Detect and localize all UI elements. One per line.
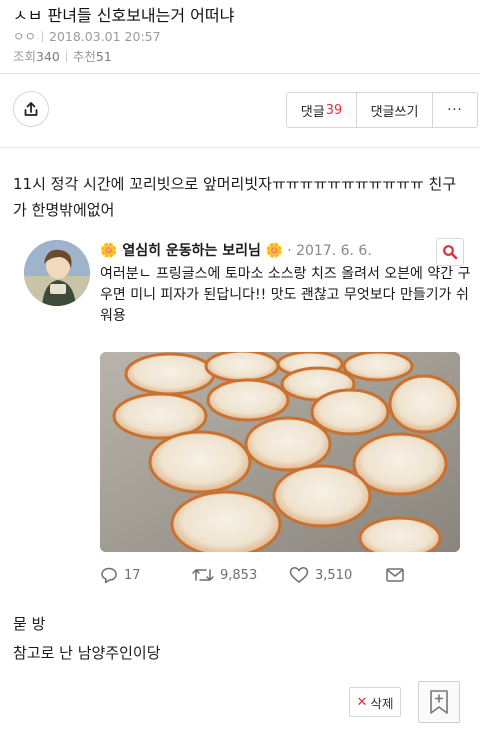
post-datetime: 2018.03.01 20:57 [49,29,161,44]
tweet-date: · 2017. 6. 6. [287,243,372,259]
bookmark-icon [430,690,448,714]
pizza-chips-image [100,352,460,552]
author-name[interactable]: ㅇㅇ [13,29,36,44]
flower-icon: 🌼 [265,243,284,259]
post-body-line: 묻 방 [13,615,46,633]
meta-divider [42,31,44,42]
tweet-text: 여러분ㄴ 프링글스에 토마소 소스랑 치즈 올려서 오븐에 약간 구우면 미니 … [100,266,471,324]
avatar-image [24,240,90,306]
like-action[interactable]: 3,510 [289,566,352,584]
post-body-line: 참고로 난 남양주인이당 [13,644,161,662]
share-button[interactable] [13,91,49,127]
mail-icon [386,568,404,582]
tweet-search-button[interactable] [436,238,464,266]
meta-divider [65,51,67,62]
retweet-action[interactable]: 9,853 [192,566,257,584]
share-icon [24,102,38,116]
recommend-count: 51 [95,49,112,64]
tweet-photo[interactable] [100,352,460,552]
comments-button[interactable]: 댓글 39 [287,93,357,127]
write-comment-button[interactable]: 댓글쓰기 [357,93,433,127]
heart-icon [289,567,309,583]
flower-icon: 🌼 [100,243,118,259]
avatar[interactable] [24,240,90,306]
post-action-buttons: 댓글 39 댓글쓰기 ··· [286,92,478,128]
tweet-author-name[interactable]: 열심히 운동하는 보리님 [122,243,261,259]
tweet-actions: 17 9,853 3,510 [100,566,420,590]
post-body-text: 11시 정각 시간에 꼬리빗으로 앞머리빗자ㅠㅠㅠㅠㅠㅠㅠㅠㅠㅠㅠ 친구가 한명… [13,175,457,219]
reply-icon [101,567,117,584]
tweet-author-line: 🌼 열심히 운동하는 보리님 🌼 · 2017. 6. 6. [100,240,372,260]
message-action[interactable] [385,566,411,584]
post-meta-author-date: ㅇㅇ 2018.03.01 20:57 [13,26,161,45]
comments-count: 39 [325,102,343,118]
post-title: ㅅㅂ 판녀들 신호보내는거 어떠냐 [13,6,235,25]
post-meta-stats: 조회340 추천51 [13,46,112,65]
header-divider [0,73,480,74]
close-icon: ✕ [356,694,368,710]
actions-divider [0,147,480,148]
recommend-label: 추천 [72,49,96,64]
like-count: 3,510 [315,567,353,583]
search-icon [443,245,458,260]
views-count: 340 [36,49,60,64]
reply-action[interactable]: 17 [100,566,141,584]
delete-button[interactable]: ✕ 삭제 [349,687,401,717]
retweet-count: 9,853 [220,567,258,583]
delete-label: 삭제 [370,695,394,711]
views-label: 조회 [13,49,37,64]
retweet-icon [192,569,214,581]
bookmark-button[interactable] [418,681,460,723]
more-button[interactable]: ··· [433,93,477,127]
reply-count: 17 [124,567,141,583]
comments-label: 댓글 [300,104,325,120]
